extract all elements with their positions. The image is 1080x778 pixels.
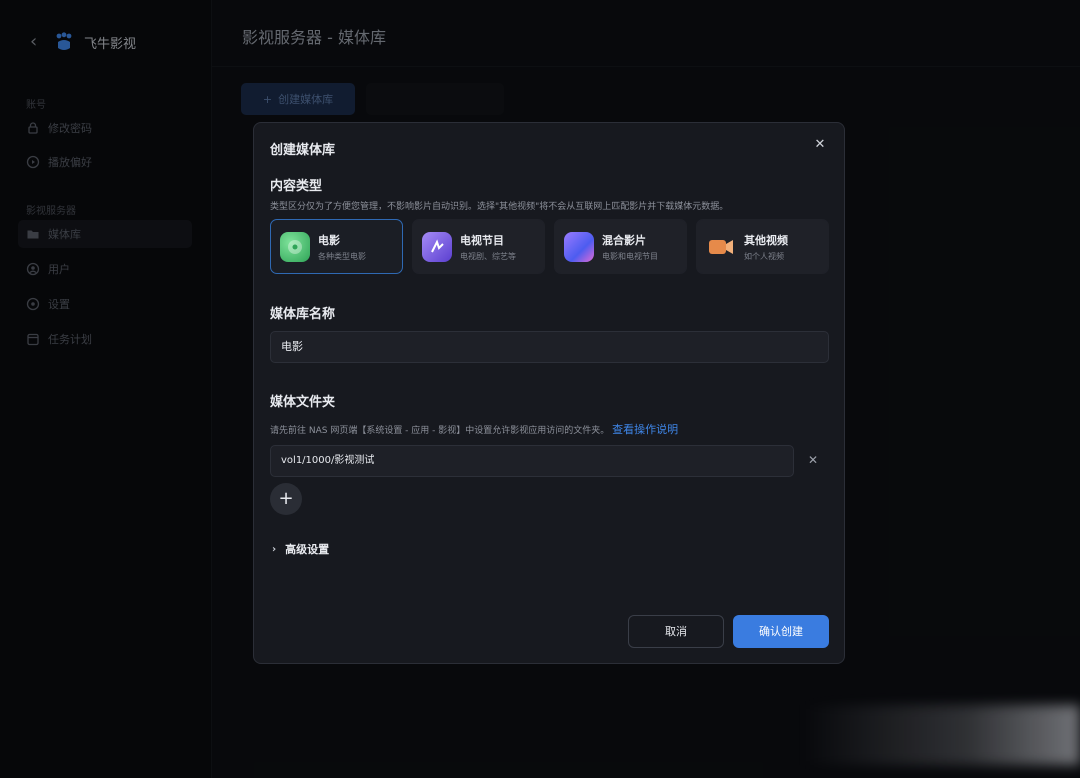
content-type-hint: 类型区分仅为了方便您管理，不影响影片自动识别。选择"其他视频"将不会从互联网上匹… xyxy=(270,202,729,212)
cancel-button[interactable]: 取消 xyxy=(628,615,724,648)
advanced-settings-label: 高级设置 xyxy=(285,543,330,556)
option-title: 混合影片 xyxy=(602,233,646,247)
content-type-title: 内容类型 xyxy=(270,179,323,194)
dialog-title: 创建媒体库 xyxy=(270,143,336,158)
library-name-title: 媒体库名称 xyxy=(270,307,336,322)
content-type-movie[interactable]: 电影 各种类型电影 xyxy=(270,219,403,274)
movie-icon xyxy=(280,231,310,262)
create-library-dialog: 创建媒体库 ✕ 内容类型 类型区分仅为了方便您管理，不影响影片自动识别。选择"其… xyxy=(253,122,845,664)
option-desc: 各种类型电影 xyxy=(318,251,366,261)
option-desc: 电影和电视节目 xyxy=(602,251,658,261)
content-type-other[interactable]: 其他视频 如个人视频 xyxy=(696,219,829,274)
screen-glow xyxy=(800,705,1080,765)
library-name-input[interactable]: 电影 xyxy=(270,331,829,363)
option-title: 电影 xyxy=(318,233,340,247)
folder-path-field[interactable]: vol1/1000/影视测试 xyxy=(270,445,794,477)
media-folder-hint-text: 请先前往 NAS 网页端【系统设置 - 应用 - 影视】中设置允许影视应用访问的… xyxy=(270,426,610,436)
content-type-tv[interactable]: 电视节目 电视剧、综艺等 xyxy=(412,219,545,274)
media-folder-title: 媒体文件夹 xyxy=(270,395,336,410)
content-type-options: 电影 各种类型电影 电视节目 电视剧、综艺等 混合影片 电影和电视节目 其他视频… xyxy=(270,219,829,274)
mixed-icon xyxy=(564,231,594,262)
remove-folder-icon[interactable]: ✕ xyxy=(806,453,820,467)
view-instructions-link[interactable]: 查看操作说明 xyxy=(612,423,678,436)
advanced-settings-toggle[interactable]: › 高级设置 xyxy=(272,541,329,557)
option-desc: 如个人视频 xyxy=(744,251,784,261)
option-title: 电视节目 xyxy=(460,233,504,247)
option-desc: 电视剧、综艺等 xyxy=(460,251,516,261)
media-folder-hint: 请先前往 NAS 网页端【系统设置 - 应用 - 影视】中设置允许影视应用访问的… xyxy=(270,421,678,437)
add-folder-button[interactable]: + xyxy=(270,483,302,515)
close-icon[interactable]: ✕ xyxy=(812,137,828,153)
content-type-mixed[interactable]: 混合影片 电影和电视节目 xyxy=(554,219,687,274)
chevron-right-icon: › xyxy=(272,543,277,555)
tv-icon xyxy=(422,231,452,262)
confirm-create-button[interactable]: 确认创建 xyxy=(733,615,829,648)
option-title: 其他视频 xyxy=(744,233,788,247)
camera-icon xyxy=(706,232,736,262)
